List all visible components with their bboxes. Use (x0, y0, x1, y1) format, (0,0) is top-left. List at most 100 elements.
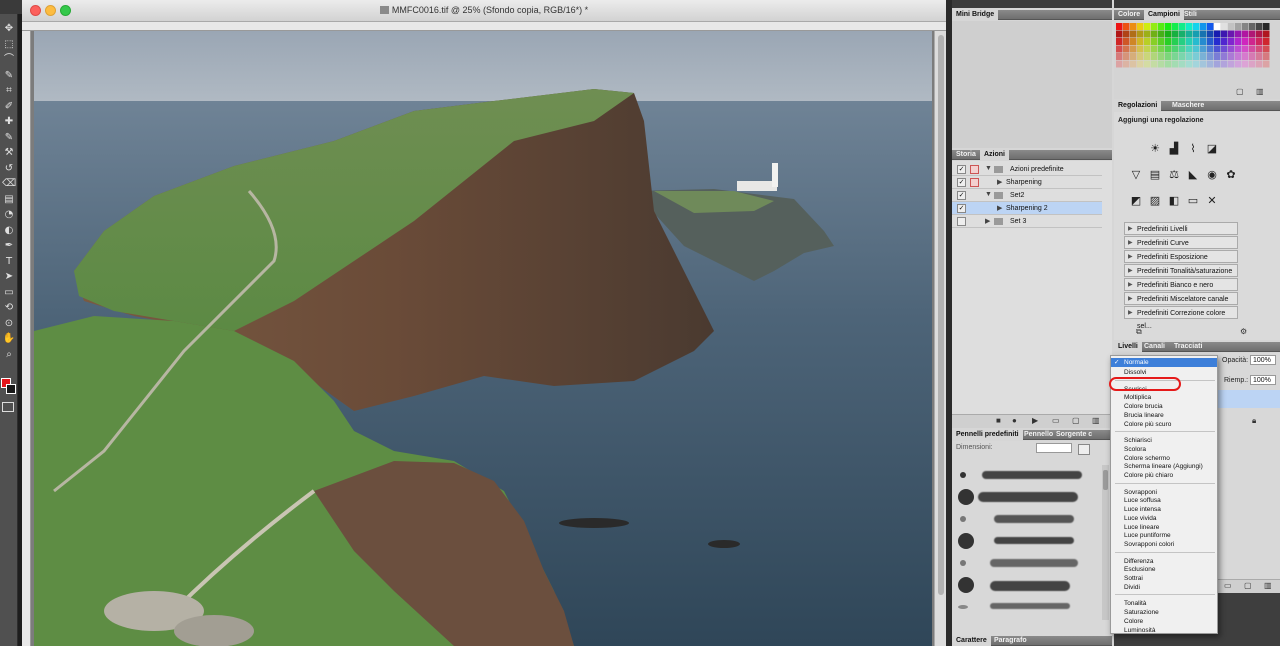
record-icon[interactable]: ● (1012, 416, 1017, 425)
brush-preset[interactable] (954, 487, 1082, 507)
blend-mode-item[interactable]: Schiarisci (1111, 436, 1217, 445)
character-panel-header[interactable]: Carattere Paragrafo (952, 636, 1112, 646)
blend-mode-item[interactable]: Luce intensa (1111, 505, 1217, 514)
levels-icon[interactable]: ▟ (1167, 142, 1181, 156)
blend-mode-item[interactable]: Colore più chiaro (1111, 471, 1217, 480)
color-swatch[interactable] (1228, 38, 1235, 45)
action-row-selected[interactable]: Sharpening 2 (952, 202, 1102, 215)
color-swatch[interactable] (1228, 23, 1235, 30)
color-swatch[interactable] (1235, 30, 1242, 38)
quick-mask-icon[interactable] (2, 402, 14, 412)
color-swatch[interactable] (1144, 60, 1151, 68)
color-swatch[interactable] (1249, 45, 1256, 53)
tab-history[interactable]: Storia (952, 150, 980, 160)
tab-layers[interactable]: Livelli (1114, 342, 1142, 352)
color-swatch[interactable] (1235, 45, 1242, 53)
color-swatch[interactable] (1116, 23, 1123, 30)
color-swatch[interactable] (1228, 60, 1235, 68)
blend-mode-item[interactable]: Dissolvi (1111, 368, 1217, 377)
color-swatch[interactable] (1207, 30, 1214, 38)
color-swatch[interactable] (1200, 23, 1207, 30)
color-swatch[interactable] (1158, 30, 1165, 38)
brush-preset[interactable] (954, 575, 1082, 595)
vibrance-icon[interactable]: ▽ (1129, 168, 1143, 182)
blend-mode-item[interactable]: Sovrapponi colori (1111, 540, 1217, 549)
color-swatch[interactable] (1256, 60, 1263, 68)
color-swatch[interactable] (1123, 53, 1130, 60)
color-swatch[interactable] (1137, 60, 1144, 68)
color-swatch[interactable] (1179, 53, 1186, 60)
action-set-row[interactable]: Set 3 (952, 215, 1102, 228)
color-swatch[interactable] (1137, 30, 1144, 38)
color-swatch[interactable] (1200, 30, 1207, 38)
preset-levels[interactable]: Predefiniti Livelli (1124, 222, 1238, 236)
history-brush-icon[interactable]: ↺ (2, 162, 16, 176)
color-swatch[interactable] (1228, 53, 1235, 60)
color-balance-icon[interactable]: ⚖ (1167, 168, 1181, 182)
blend-mode-item[interactable]: Sottrai (1111, 574, 1217, 583)
color-swatch[interactable] (1193, 60, 1200, 68)
color-swatch[interactable] (1193, 53, 1200, 60)
new-swatch-icon[interactable]: ▢ (1236, 87, 1244, 96)
mini-bridge-header[interactable]: Mini Bridge (952, 10, 1112, 20)
brush-options-icon[interactable] (1078, 444, 1090, 455)
brightness-contrast-icon[interactable]: ☀ (1148, 142, 1162, 156)
color-swatch[interactable] (1116, 38, 1123, 45)
toggle-check[interactable] (957, 217, 966, 226)
color-swatch[interactable] (1207, 38, 1214, 45)
gradient-map-icon[interactable]: ▭ (1186, 194, 1200, 208)
quick-select-icon[interactable]: ✎ (2, 69, 16, 83)
color-panel-header[interactable]: Colore Campioni Stili (1114, 10, 1280, 20)
color-swatch[interactable] (1242, 53, 1249, 60)
tab-paragraph[interactable]: Paragrafo (990, 636, 1031, 646)
brushes-panel-header[interactable]: Pennelli predefiniti Pennello Sorgente c (952, 430, 1112, 440)
opacity-field[interactable]: 100% (1250, 355, 1276, 365)
color-swatch[interactable] (1186, 45, 1193, 53)
posterize-icon[interactable]: ▨ (1148, 194, 1162, 208)
color-swatch[interactable] (1214, 53, 1221, 60)
move-icon[interactable]: ✥ (2, 22, 16, 36)
blend-mode-menu[interactable]: Normale ✓ Dissolvi Scurisci Moltiplica Colore… (1110, 355, 1218, 634)
color-swatch[interactable] (1228, 30, 1235, 38)
color-swatch[interactable] (1179, 30, 1186, 38)
selective-color-icon[interactable]: ✕ (1205, 194, 1219, 208)
color-swatch[interactable] (1144, 53, 1151, 60)
color-swatch[interactable] (1263, 23, 1270, 30)
color-swatch[interactable] (1144, 45, 1151, 53)
color-swatch[interactable] (1123, 30, 1130, 38)
channel-mixer-icon[interactable]: ✿ (1224, 168, 1238, 182)
color-swatch[interactable] (1221, 45, 1228, 53)
color-swatch[interactable] (1151, 30, 1158, 38)
color-swatch[interactable] (1137, 53, 1144, 60)
blend-mode-item[interactable]: Scherma lineare (Aggiungi) (1111, 462, 1217, 471)
color-swatch[interactable] (1207, 45, 1214, 53)
color-swatch[interactable] (1158, 38, 1165, 45)
scrollbar-thumb[interactable] (938, 35, 944, 595)
toggle-check[interactable]: ✓ (957, 191, 966, 200)
marquee-icon[interactable]: ⬚ (2, 38, 16, 52)
color-swatch[interactable] (1249, 60, 1256, 68)
preset-channel-mixer[interactable]: Predefiniti Miscelatore canale (1124, 292, 1238, 306)
preset-black-white[interactable]: Predefiniti Bianco e nero (1124, 278, 1238, 292)
eyedropper-icon[interactable]: ✐ (2, 100, 16, 114)
color-swatch[interactable] (1249, 53, 1256, 60)
color-swatch[interactable] (1207, 23, 1214, 30)
color-swatch[interactable] (1263, 60, 1270, 68)
trash-icon[interactable]: ▥ (1264, 581, 1272, 590)
color-swatch[interactable] (1242, 23, 1249, 30)
tab-styles[interactable]: Stili (1180, 10, 1201, 20)
color-swatch[interactable] (1263, 38, 1270, 45)
color-swatch[interactable] (1172, 30, 1179, 38)
color-swatch[interactable] (1137, 38, 1144, 45)
color-swatch[interactable] (1221, 30, 1228, 38)
color-swatch[interactable] (1256, 30, 1263, 38)
threshold-icon[interactable]: ◧ (1167, 194, 1181, 208)
hand-icon[interactable]: ✋ (2, 332, 16, 346)
brush-preset[interactable] (954, 465, 1082, 485)
color-swatch[interactable] (1158, 60, 1165, 68)
3d-orbit-icon[interactable]: ⊙ (2, 317, 16, 331)
color-swatch[interactable] (1214, 45, 1221, 53)
tab-actions[interactable]: Azioni (980, 150, 1009, 160)
color-swatch[interactable] (1193, 38, 1200, 45)
hue-saturation-icon[interactable]: ▤ (1148, 168, 1162, 182)
